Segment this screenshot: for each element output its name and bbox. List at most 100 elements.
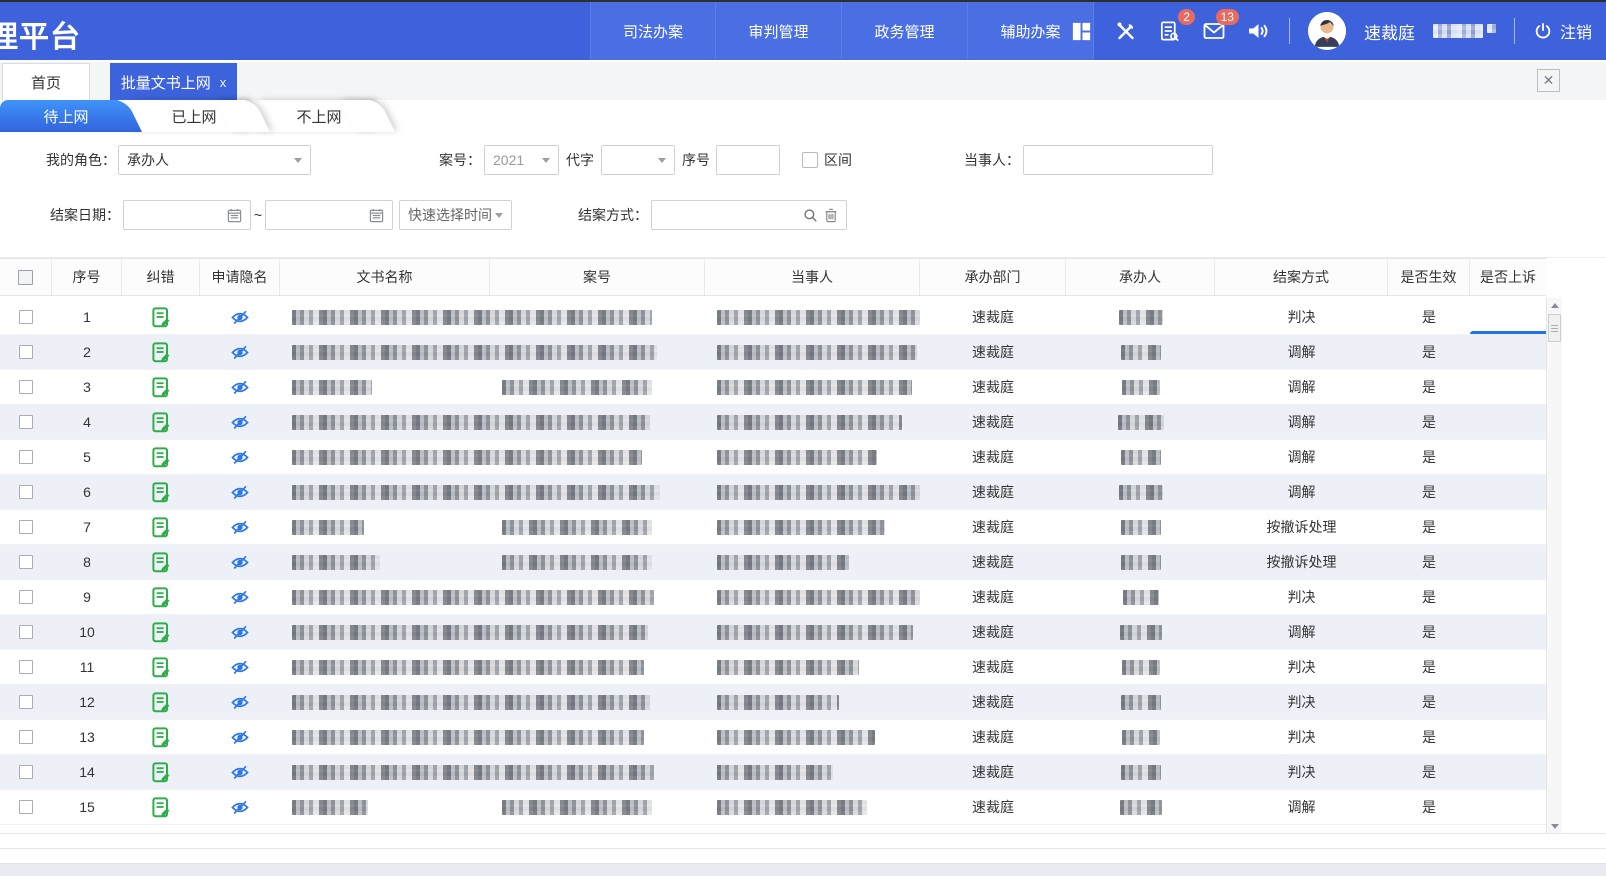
tab-batch-document-upload[interactable]: 批量文书上网 x <box>110 63 237 101</box>
correction-icon[interactable] <box>152 587 171 608</box>
anonymity-eye-off-icon[interactable] <box>231 379 249 396</box>
search-icon[interactable] <box>803 208 818 223</box>
row-checkbox[interactable] <box>19 730 33 744</box>
calendar-icon[interactable] <box>369 208 384 223</box>
anonymity-eye-off-icon[interactable] <box>231 624 249 641</box>
correction-icon[interactable] <box>152 447 171 468</box>
document-name-redacted[interactable] <box>292 380 372 395</box>
user-name-redacted-dot <box>1487 24 1496 33</box>
row-checkbox[interactable] <box>19 415 33 429</box>
anonymity-eye-off-icon[interactable] <box>231 449 249 466</box>
cell-correction <box>122 650 200 684</box>
subtab-not-upload[interactable]: 不上网 <box>253 100 371 132</box>
row-checkbox[interactable] <box>19 380 33 394</box>
correction-icon[interactable] <box>152 412 171 433</box>
anonymity-eye-off-icon[interactable] <box>231 694 249 711</box>
xuhao-input[interactable] <box>716 145 780 175</box>
mail-icon[interactable]: 13 <box>1201 18 1227 44</box>
scroll-up-arrow[interactable] <box>1547 298 1563 312</box>
anonymity-eye-off-icon[interactable] <box>231 414 249 431</box>
vertical-scrollbar[interactable] <box>1546 298 1562 833</box>
correction-icon[interactable] <box>152 797 171 818</box>
nav-item-judicial-case[interactable]: 司法办案 <box>590 2 716 60</box>
nav-item-trial-management[interactable]: 审判管理 <box>716 2 842 60</box>
anonymity-eye-off-icon[interactable] <box>231 659 249 676</box>
row-checkbox[interactable] <box>19 800 33 814</box>
cell-effective: 是 <box>1388 650 1470 684</box>
anonymity-eye-off-icon[interactable] <box>231 589 249 606</box>
anonymity-eye-off-icon[interactable] <box>231 554 249 571</box>
row-checkbox[interactable] <box>19 450 33 464</box>
correction-icon[interactable] <box>152 727 171 748</box>
tasks-icon[interactable]: 2 <box>1157 18 1183 44</box>
document-name-redacted[interactable] <box>292 765 654 780</box>
anonymity-eye-off-icon[interactable] <box>231 799 249 816</box>
correction-icon[interactable] <box>152 377 171 398</box>
role-select[interactable]: 承办人 <box>118 145 311 175</box>
subtab-pending-upload[interactable]: 待上网 <box>0 100 118 132</box>
correction-icon[interactable] <box>152 622 171 643</box>
row-checkbox[interactable] <box>19 485 33 499</box>
document-name-redacted[interactable] <box>292 450 642 465</box>
close-type-input[interactable] <box>651 200 847 230</box>
subtab-uploaded[interactable]: 已上网 <box>128 100 246 132</box>
anonymity-eye-off-icon[interactable] <box>231 519 249 536</box>
document-name-redacted[interactable] <box>292 485 660 500</box>
document-name-redacted[interactable] <box>292 590 654 605</box>
interval-checkbox[interactable] <box>802 152 818 168</box>
row-checkbox[interactable] <box>19 660 33 674</box>
row-checkbox[interactable] <box>19 555 33 569</box>
close-date-end-input[interactable] <box>265 200 393 230</box>
correction-icon[interactable] <box>152 657 171 678</box>
calendar-icon[interactable] <box>227 208 242 223</box>
speaker-icon[interactable] <box>1245 18 1271 44</box>
document-name-redacted[interactable] <box>292 345 657 360</box>
tab-home[interactable]: 首页 <box>2 63 90 101</box>
row-checkbox[interactable] <box>19 520 33 534</box>
document-name-redacted[interactable] <box>292 730 644 745</box>
correction-icon[interactable] <box>152 517 171 538</box>
scroll-down-arrow[interactable] <box>1547 819 1563 833</box>
scrollbar-thumb[interactable] <box>1548 314 1561 342</box>
document-name-redacted[interactable] <box>292 555 380 570</box>
close-date-start-input[interactable] <box>123 200 251 230</box>
correction-icon[interactable] <box>152 762 171 783</box>
correction-icon[interactable] <box>152 482 171 503</box>
correction-icon[interactable] <box>152 552 171 573</box>
logout-button[interactable]: 注销 <box>1533 19 1592 43</box>
anonymity-eye-off-icon[interactable] <box>231 484 249 501</box>
case-year-select[interactable]: 2021 <box>484 145 559 175</box>
nav-item-gov-management[interactable]: 政务管理 <box>842 2 968 60</box>
row-checkbox[interactable] <box>19 345 33 359</box>
correction-icon[interactable] <box>152 692 171 713</box>
anonymity-eye-off-icon[interactable] <box>231 309 249 326</box>
avatar[interactable] <box>1308 12 1346 50</box>
row-checkbox[interactable] <box>19 590 33 604</box>
correction-icon[interactable] <box>152 342 171 363</box>
party-input[interactable] <box>1023 145 1213 175</box>
trash-icon[interactable] <box>824 208 838 223</box>
horizontal-scrollbar-track[interactable] <box>0 833 1606 849</box>
row-checkbox[interactable] <box>19 695 33 709</box>
document-name-redacted[interactable] <box>292 695 650 710</box>
anonymity-eye-off-icon[interactable] <box>231 344 249 361</box>
document-name-redacted[interactable] <box>292 800 368 815</box>
daizi-select[interactable] <box>601 145 675 175</box>
document-name-redacted[interactable] <box>292 660 644 675</box>
document-name-redacted[interactable] <box>292 625 648 640</box>
row-checkbox[interactable] <box>19 310 33 324</box>
dashboard-icon[interactable] <box>1069 18 1095 44</box>
tools-icon[interactable] <box>1113 18 1139 44</box>
correction-icon[interactable] <box>152 307 171 328</box>
document-name-redacted[interactable] <box>292 310 652 325</box>
select-all-checkbox[interactable] <box>18 270 33 285</box>
row-checkbox[interactable] <box>19 625 33 639</box>
document-name-redacted[interactable] <box>292 415 650 430</box>
anonymity-eye-off-icon[interactable] <box>231 764 249 781</box>
panel-close-button[interactable]: ✕ <box>1537 69 1560 92</box>
row-checkbox[interactable] <box>19 765 33 779</box>
quick-time-select[interactable]: 快速选择时间 <box>399 200 512 230</box>
document-name-redacted[interactable] <box>292 520 364 535</box>
tab-close-icon[interactable]: x <box>220 75 227 90</box>
anonymity-eye-off-icon[interactable] <box>231 729 249 746</box>
